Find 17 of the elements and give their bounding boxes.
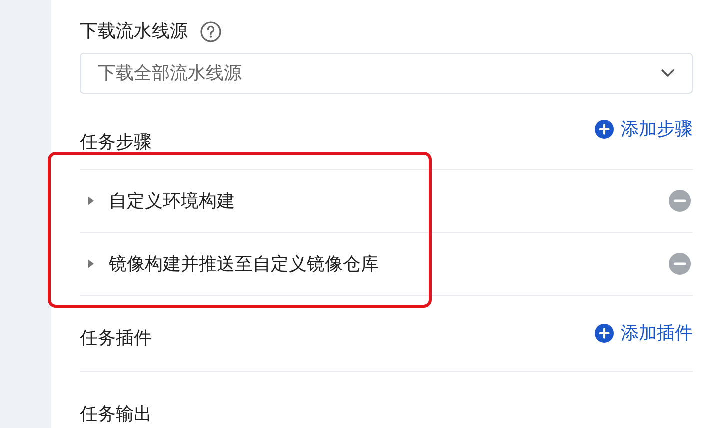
plus-circle-icon [595, 120, 614, 140]
add-step-link[interactable]: 添加步骤 [595, 116, 693, 144]
field-label: 下载流水线源 [80, 20, 188, 43]
caret-right-icon[interactable] [87, 259, 95, 270]
plus-circle-icon [595, 324, 614, 344]
caret-right-icon[interactable] [87, 196, 95, 206]
remove-icon[interactable] [669, 253, 691, 276]
remove-icon[interactable] [669, 190, 691, 212]
step-label: 自定义环境构建 [109, 190, 235, 213]
step-label: 镜像构建并推送至自定义镜像仓库 [109, 252, 379, 276]
chevron-down-icon [661, 69, 675, 78]
section-title: 任务输出 [80, 404, 152, 424]
section-title: 任务插件 [80, 327, 152, 350]
section-title: 任务步骤 [80, 131, 152, 154]
help-icon [200, 20, 222, 42]
source-select[interactable]: 下载全部流水线源 [80, 53, 693, 94]
add-plugin-link[interactable]: 添加插件 [595, 320, 693, 348]
